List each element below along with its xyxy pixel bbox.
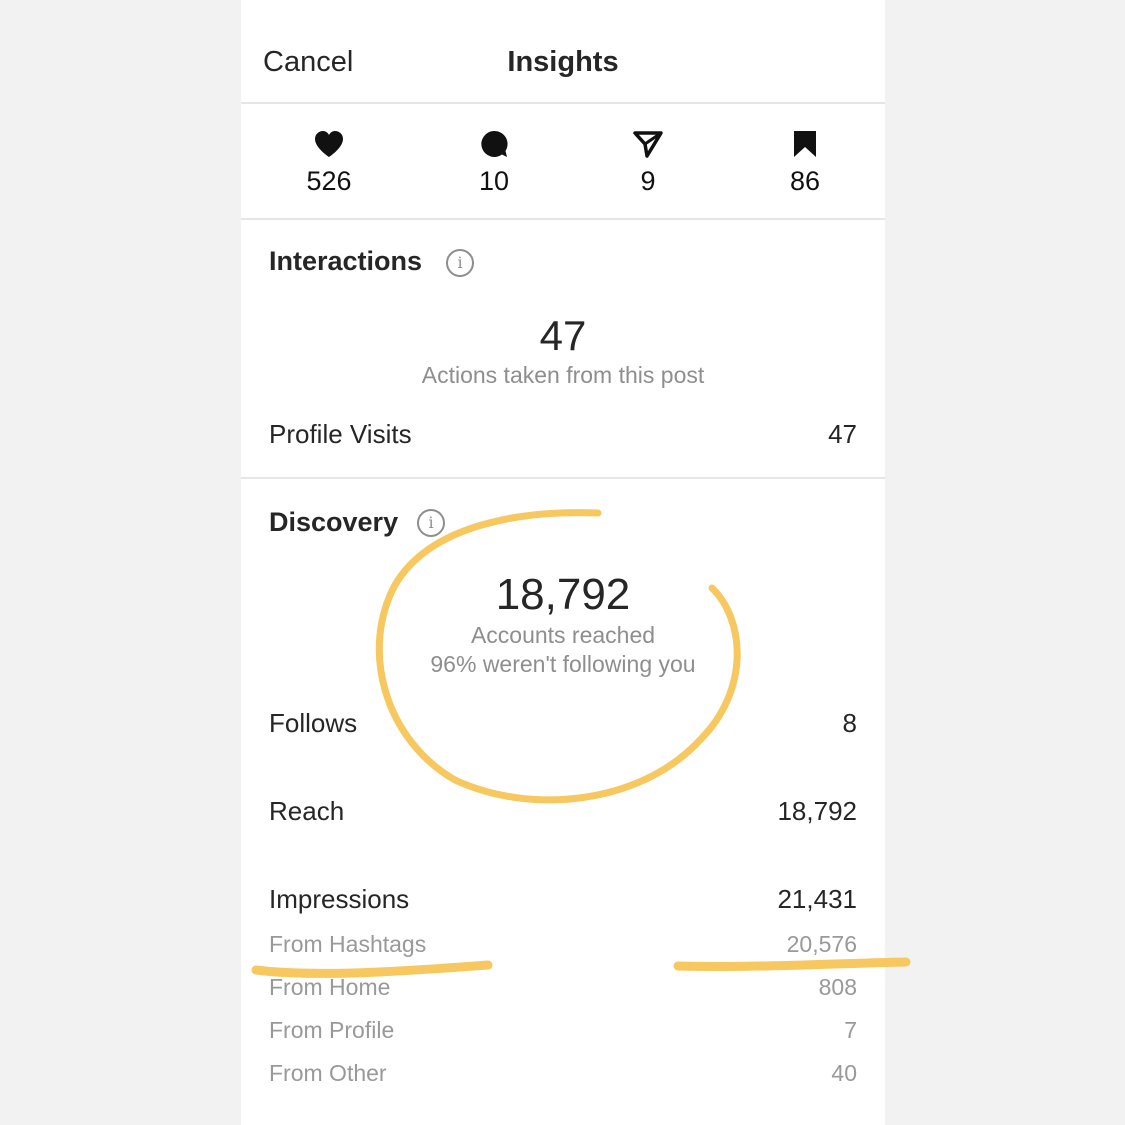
- reach-label: Reach: [269, 796, 345, 826]
- section-divider: [241, 477, 885, 479]
- follows-label: Follows: [269, 708, 358, 738]
- from-other-label: From Other: [269, 1060, 387, 1086]
- shares-count: 9: [640, 166, 656, 196]
- discovery-total: 18,792: [495, 570, 631, 619]
- from-profile-value: 7: [844, 1017, 857, 1043]
- profile-visits-label: Profile Visits: [269, 419, 412, 449]
- post-stats-bar: 526 10 9 86: [241, 104, 885, 220]
- comments-count: 10: [478, 166, 510, 196]
- interactions-title: Interactions: [269, 246, 423, 276]
- from-home-value: 808: [818, 974, 857, 1000]
- interactions-total: 47: [539, 312, 587, 359]
- from-hashtags-value: 20,576: [786, 931, 857, 957]
- heart-icon: [315, 131, 343, 157]
- discovery-info-icon[interactable]: i: [417, 509, 445, 537]
- from-other-value: 40: [831, 1060, 857, 1086]
- follows-value: 8: [842, 708, 857, 738]
- saves-count: 86: [789, 166, 821, 196]
- page-title: Insights: [507, 46, 619, 78]
- profile-visits-value: 47: [828, 419, 857, 449]
- likes-count: 526: [306, 166, 352, 196]
- interactions-caption: Actions taken from this post: [421, 362, 705, 388]
- bookmark-icon: [794, 131, 816, 157]
- impressions-label: Impressions: [269, 884, 410, 914]
- discovery-title: Discovery: [269, 507, 399, 537]
- header-bar: Cancel Insights: [241, 0, 885, 104]
- discovery-caption: Accounts reached: [470, 622, 656, 648]
- from-home-label: From Home: [269, 974, 391, 1000]
- stat-saves: 86: [745, 130, 865, 197]
- interactions-info-icon[interactable]: i: [446, 249, 474, 277]
- from-profile-label: From Profile: [269, 1017, 395, 1043]
- discovery-caption-followers: 96% weren't following you: [430, 651, 696, 677]
- share-icon: [633, 131, 663, 158]
- insights-screen: Cancel Insights 526 10 9 86 Interactions…: [241, 0, 885, 1125]
- from-hashtags-label: From Hashtags: [269, 931, 427, 957]
- reach-value: 18,792: [777, 796, 857, 826]
- stat-likes: 526: [269, 130, 389, 197]
- impressions-value: 21,431: [777, 884, 857, 914]
- comment-icon: [481, 130, 508, 157]
- stat-shares: 9: [588, 130, 708, 197]
- stat-comments: 10: [434, 130, 554, 197]
